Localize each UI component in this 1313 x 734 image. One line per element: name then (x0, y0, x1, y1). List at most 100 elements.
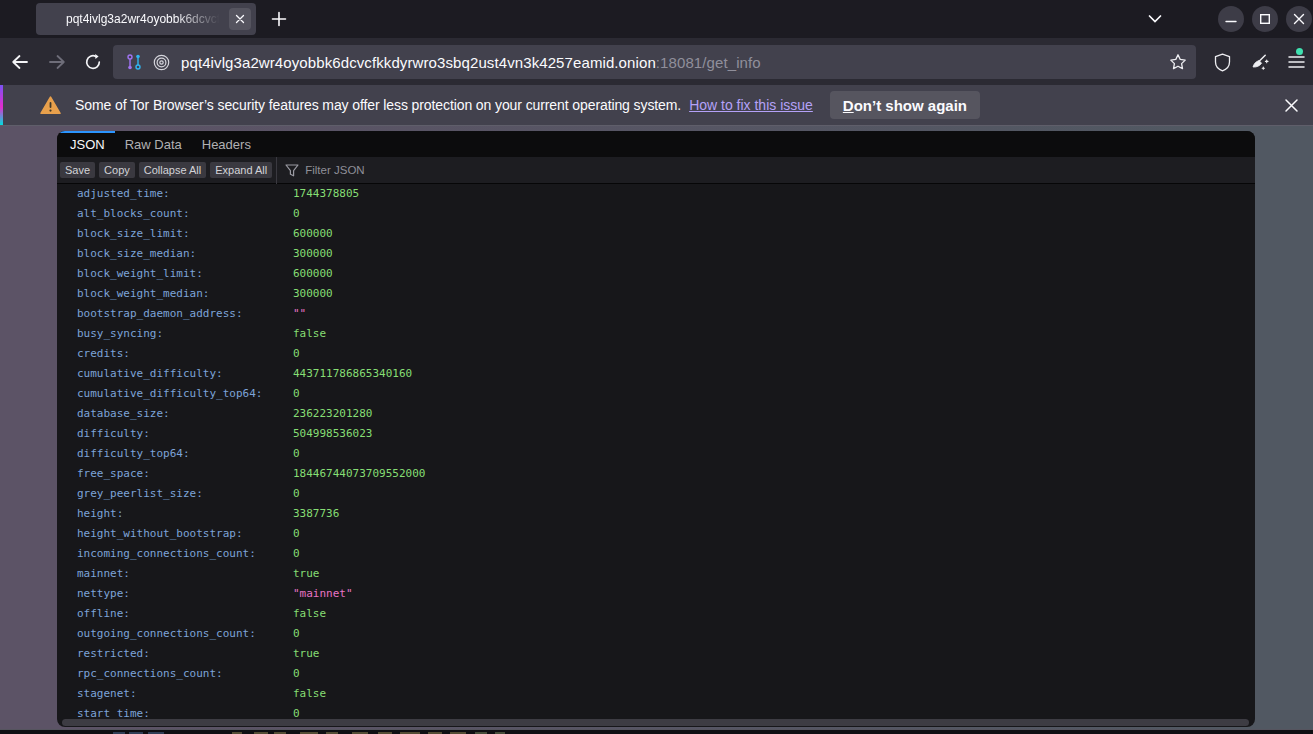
json-row: difficulty:504998536023 (57, 424, 1255, 444)
json-value: 0 (293, 444, 1255, 464)
forward-button[interactable] (44, 50, 70, 74)
json-key: nettype: (77, 584, 293, 604)
shield-icon (1214, 53, 1231, 72)
tab-headers[interactable]: Headers (192, 131, 261, 157)
tab-json[interactable]: JSON (60, 131, 115, 157)
json-value: 3387736 (293, 504, 1255, 524)
window-close-button[interactable] (1286, 6, 1312, 32)
chevron-down-icon (1147, 13, 1163, 25)
minimize-icon (1225, 13, 1237, 25)
json-key: block_size_median: (77, 244, 293, 264)
json-row: height:3387736 (57, 504, 1255, 524)
save-button[interactable]: Save (60, 162, 95, 178)
close-icon (1284, 98, 1299, 113)
expand-all-button[interactable]: Expand All (210, 162, 272, 178)
json-value: 0 (293, 524, 1255, 544)
json-key: height: (77, 504, 293, 524)
json-row: difficulty_top64:0 (57, 444, 1255, 464)
copy-button[interactable]: Copy (99, 162, 135, 178)
json-value: 1744378805 (293, 184, 1255, 204)
menu-notification-dot (1296, 48, 1303, 55)
filter-json-input[interactable]: Filter JSON (305, 164, 364, 176)
url-text: pqt4ivlg3a2wr4oyobbk6dcvcfkkdyrwro3sbq2u… (181, 54, 761, 71)
json-value: 443711786865340160 (293, 364, 1255, 384)
dont-show-again-button[interactable]: Don’t show again (830, 91, 980, 119)
json-value: 600000 (293, 224, 1255, 244)
json-value: false (293, 604, 1255, 624)
list-tabs-button[interactable] (1144, 10, 1166, 28)
json-key: bootstrap_daemon_address: (77, 304, 293, 324)
app-menu-button[interactable] (1284, 51, 1308, 73)
filter-funnel-icon (285, 164, 299, 177)
json-row: cumulative_difficulty:443711786865340160 (57, 364, 1255, 384)
url-bar[interactable]: pqt4ivlg3a2wr4oyobbk6dcvcfkkdyrwro3sbq2u… (113, 45, 1196, 79)
hamburger-menu-icon (1288, 55, 1305, 69)
json-value: 300000 (293, 244, 1255, 264)
json-key: stagenet: (77, 684, 293, 704)
json-value: 0 (293, 484, 1255, 504)
url-host: pqt4ivlg3a2wr4oyobbk6dcvcfkkdyrwro3sbq2u… (181, 54, 656, 71)
json-value: 504998536023 (293, 424, 1255, 444)
toolbar-separator (276, 157, 277, 184)
json-key: offline: (77, 604, 293, 624)
tab-raw-data[interactable]: Raw Data (115, 131, 192, 157)
url-path: :18081/get_info (656, 54, 761, 71)
tab-close-button[interactable] (229, 8, 251, 30)
json-key: outgoing_connections_count: (77, 624, 293, 644)
json-key: block_size_limit: (77, 224, 293, 244)
json-value: false (293, 684, 1255, 704)
bottom-edge-strip (0, 729, 1313, 734)
json-value: false (293, 324, 1255, 344)
tab-title: pqt4ivlg3a2wr4oyobbk6dcvcfkkdyrwro3sbq2u… (66, 12, 226, 26)
json-row: adjusted_time:1744378805 (57, 184, 1255, 204)
shield-button[interactable] (1210, 51, 1234, 73)
json-value: 18446744073709552000 (293, 464, 1255, 484)
json-key: cumulative_difficulty_top64: (77, 384, 293, 404)
json-value: 300000 (293, 284, 1255, 304)
json-row: block_weight_limit:600000 (57, 264, 1255, 284)
json-key: block_weight_limit: (77, 264, 293, 284)
json-row: nettype:"mainnet" (57, 584, 1255, 604)
reload-icon (84, 53, 102, 71)
json-row: block_size_median:300000 (57, 244, 1255, 264)
window-maximize-button[interactable] (1252, 6, 1278, 32)
json-row: alt_blocks_count:0 (57, 204, 1255, 224)
new-identity-broom-button[interactable] (1247, 51, 1271, 73)
json-key: difficulty: (77, 424, 293, 444)
browser-tab[interactable]: pqt4ivlg3a2wr4oyobbk6dcvcfkkdyrwro3sbq2u… (36, 3, 256, 35)
json-key: restricted: (77, 644, 293, 664)
horizontal-scrollbar[interactable] (62, 719, 1249, 726)
json-rows: adjusted_time:1744378805alt_blocks_count… (57, 184, 1255, 724)
json-value: 600000 (293, 264, 1255, 284)
json-key: difficulty_top64: (77, 444, 293, 464)
json-value: 0 (293, 544, 1255, 564)
json-value: true (293, 564, 1255, 584)
collapse-all-button[interactable]: Collapse All (139, 162, 206, 178)
json-row: block_weight_median:300000 (57, 284, 1255, 304)
infobar-fix-link[interactable]: How to fix this issue (689, 97, 813, 113)
json-key: adjusted_time: (77, 184, 293, 204)
json-value: 0 (293, 384, 1255, 404)
json-row: rpc_connections_count:0 (57, 664, 1255, 684)
json-value: 0 (293, 664, 1255, 684)
onion-site-icon (153, 54, 170, 71)
json-key: rpc_connections_count: (77, 664, 293, 684)
json-viewer-tabs: JSON Raw Data Headers (57, 131, 1255, 157)
close-icon (235, 14, 245, 24)
window-minimize-button[interactable] (1218, 6, 1244, 32)
json-row: offline:false (57, 604, 1255, 624)
json-value: "mainnet" (293, 584, 1255, 604)
maximize-icon (1259, 13, 1271, 25)
json-value: 236223201280 (293, 404, 1255, 424)
tor-circuit-icon (125, 53, 143, 71)
json-value: true (293, 644, 1255, 664)
warning-icon (40, 96, 61, 115)
json-value: "" (293, 304, 1255, 324)
bookmark-star-icon[interactable] (1169, 53, 1187, 71)
infobar-close-button[interactable] (1277, 91, 1305, 119)
json-key: alt_blocks_count: (77, 204, 293, 224)
json-key: cumulative_difficulty: (77, 364, 293, 384)
back-button[interactable] (7, 50, 33, 74)
reload-button[interactable] (80, 50, 106, 74)
new-tab-button[interactable] (266, 7, 292, 31)
